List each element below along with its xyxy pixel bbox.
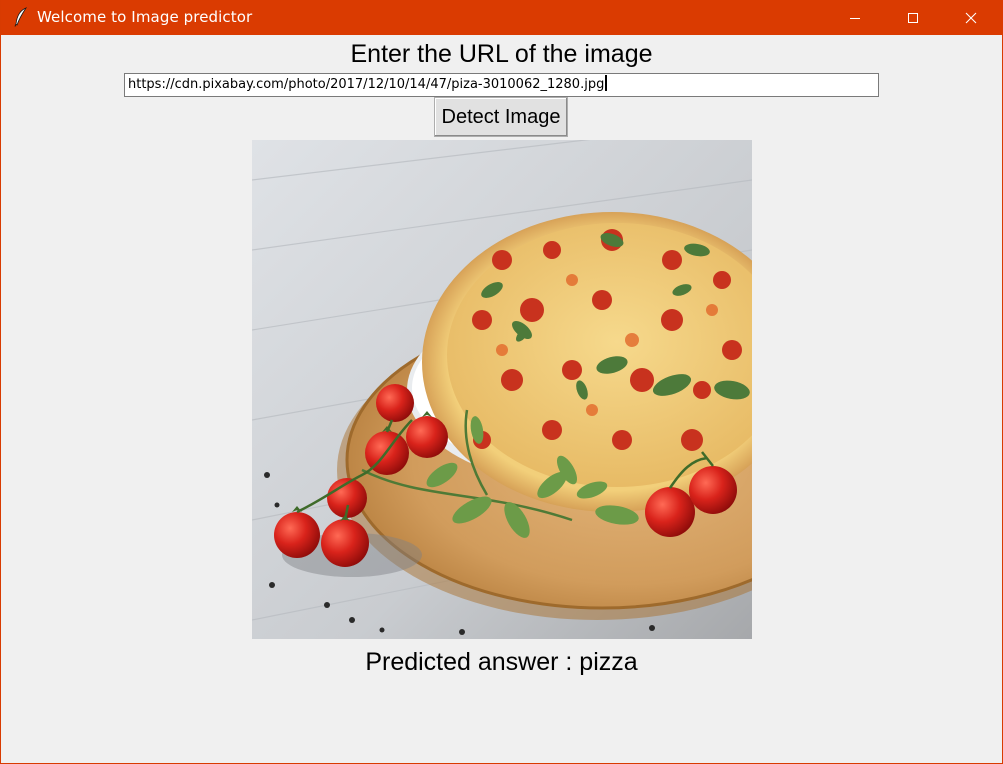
url-input[interactable]: https://cdn.pixabay.com/photo/2017/12/10… (124, 73, 879, 97)
maximize-button[interactable] (884, 0, 942, 35)
prediction-result: Predicted answer : pizza (365, 648, 638, 676)
feather-icon (14, 7, 28, 27)
close-button[interactable] (942, 0, 1000, 35)
app-window: Welcome to Image predictor Enter the URL… (0, 0, 1003, 764)
close-icon (965, 12, 977, 23)
window-title: Welcome to Image predictor (37, 8, 253, 26)
pizza-photo (252, 140, 752, 639)
url-input-value: https://cdn.pixabay.com/photo/2017/12/10… (128, 77, 605, 92)
maximize-icon (908, 12, 918, 23)
detect-image-button[interactable]: Detect Image (434, 97, 568, 137)
text-caret (605, 75, 608, 91)
minimize-button[interactable] (826, 0, 884, 35)
minimize-icon (850, 17, 860, 19)
page-heading: Enter the URL of the image (350, 40, 653, 68)
title-bar[interactable]: Welcome to Image predictor (1, 0, 1003, 35)
